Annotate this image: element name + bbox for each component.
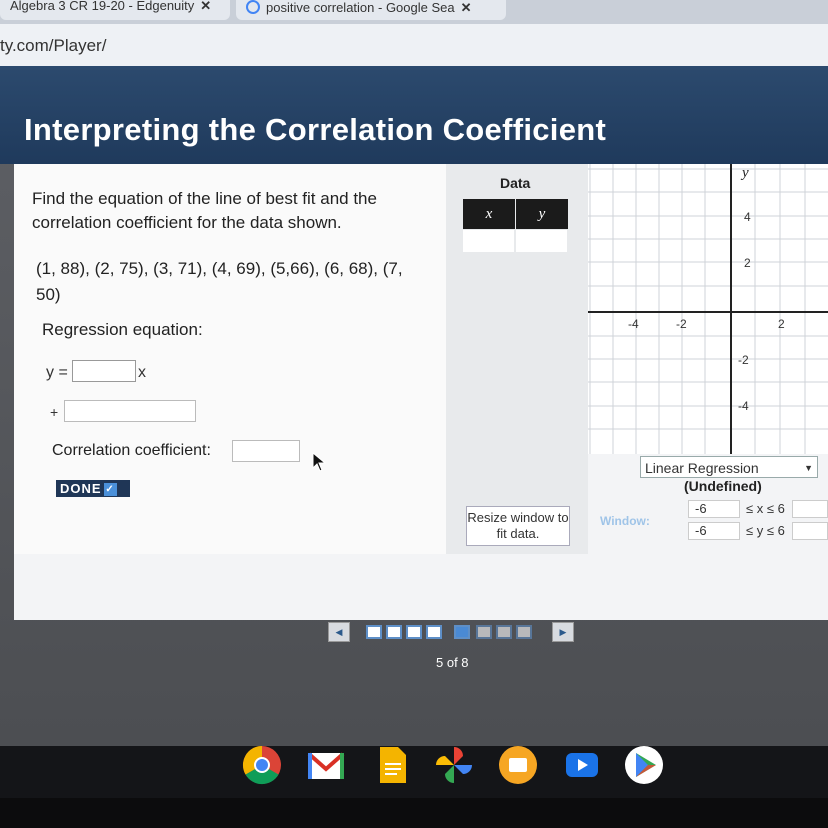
x-tick-label: -4 <box>628 317 639 331</box>
page-count: 5 of 8 <box>436 655 469 670</box>
instruction-text: Find the equation of the line of best fi… <box>32 189 377 232</box>
gmail-icon[interactable] <box>306 745 346 785</box>
y-range-label: ≤ y ≤ 6 <box>746 523 785 538</box>
correlation-input[interactable] <box>232 440 300 462</box>
page-indicator[interactable] <box>516 625 532 639</box>
page-indicator-current[interactable] <box>454 625 470 639</box>
page-title: Interpreting the Correlation Coefficient <box>24 112 607 147</box>
taskbar <box>0 746 828 798</box>
regression-type-value: Linear Regression <box>645 460 759 476</box>
y-tick-label: -4 <box>738 399 749 413</box>
play-store-icon[interactable] <box>624 745 664 785</box>
intercept-input[interactable] <box>64 400 196 422</box>
page-indicator[interactable] <box>476 625 492 639</box>
chevron-down-icon: ▼ <box>804 463 813 473</box>
page-indicator[interactable] <box>406 625 422 639</box>
grid-lines <box>588 164 828 454</box>
plus-label: + <box>50 404 59 420</box>
tab-edgenuity[interactable]: Algebra 3 CR 19-20 - Edgenuity ✕ <box>0 0 230 20</box>
tab-label: Algebra 3 CR 19-20 - Edgenuity <box>10 0 195 13</box>
chrome-icon[interactable] <box>242 745 282 785</box>
regression-result: (Undefined) <box>684 478 762 494</box>
x-suffix-label: x <box>138 364 146 381</box>
y-equals-label: y = <box>46 364 68 381</box>
table-cell[interactable] <box>463 230 514 252</box>
done-label: DONE <box>60 481 102 496</box>
mouse-cursor-icon <box>312 452 326 472</box>
window-label: Window: <box>600 514 650 528</box>
y-tick-label: 2 <box>744 256 751 270</box>
data-table-title: Data <box>500 175 531 191</box>
close-icon[interactable]: ✕ <box>200 0 211 13</box>
files-icon[interactable] <box>498 745 538 785</box>
data-points-text: (1, 88), (2, 75), (3, 71), (4, 69), (5,6… <box>36 259 403 304</box>
x-tick-label: -2 <box>676 317 687 331</box>
x-range-label: ≤ x ≤ 6 <box>746 501 785 516</box>
google-icon <box>246 0 260 14</box>
tab-label: positive correlation - Google Sea <box>266 0 455 15</box>
resize-window-button[interactable]: Resize window to fit data. <box>466 506 570 546</box>
x-max-input[interactable] <box>792 500 828 518</box>
url-text[interactable]: ty.com/Player/ <box>0 36 106 56</box>
y-tick-label: -2 <box>738 353 749 367</box>
page-indicator[interactable] <box>426 625 442 639</box>
next-page-button[interactable]: ▶ <box>552 622 574 642</box>
table-cell[interactable] <box>516 230 567 252</box>
page-indicator[interactable] <box>366 625 382 639</box>
coordinate-graph[interactable]: y -4 -2 2 4 2 -2 -4 <box>588 164 828 454</box>
slope-input[interactable] <box>72 360 136 382</box>
y-tick-label: 4 <box>744 210 751 224</box>
y-axis-label: y <box>740 165 749 181</box>
column-header-y: y <box>516 199 568 229</box>
y-min-input[interactable]: -6 <box>688 522 740 540</box>
photos-icon[interactable] <box>434 745 474 785</box>
correlation-label: Correlation coefficient: <box>52 442 211 459</box>
check-icon: ✓ <box>103 483 117 496</box>
tab-google-search[interactable]: positive correlation - Google Sea ✕ <box>236 0 506 20</box>
youtube-icon[interactable] <box>562 745 602 785</box>
address-bar[interactable] <box>0 24 828 67</box>
previous-page-button[interactable]: ◀ <box>328 622 350 642</box>
close-icon[interactable]: ✕ <box>461 0 472 15</box>
column-header-x: x <box>463 199 515 229</box>
x-min-input[interactable]: -6 <box>688 500 740 518</box>
page-indicator[interactable] <box>496 625 512 639</box>
done-button[interactable]: DONE ✓ <box>56 480 130 497</box>
docs-icon[interactable] <box>372 745 412 785</box>
regression-label: Regression equation: <box>42 320 203 339</box>
bezel <box>0 798 828 828</box>
regression-type-select[interactable]: Linear Regression ▼ <box>640 456 818 478</box>
x-tick-label: 2 <box>778 317 785 331</box>
page-indicator[interactable] <box>386 625 402 639</box>
y-max-input[interactable] <box>792 522 828 540</box>
